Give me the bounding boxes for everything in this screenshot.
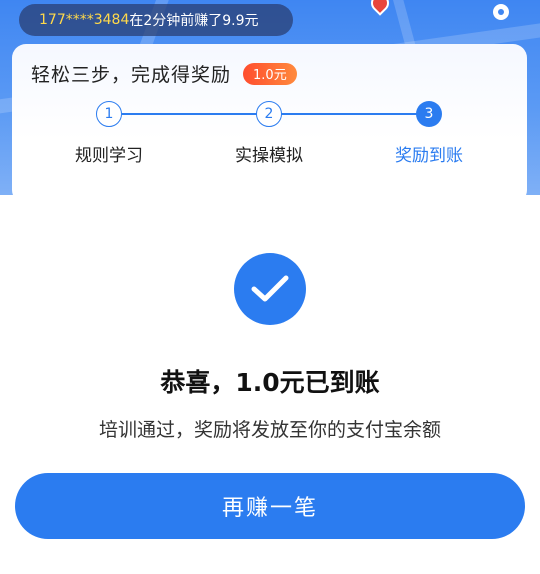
steps-card-header: 轻松三步，完成得奖励 1.0元: [31, 60, 297, 87]
steps-card: 轻松三步，完成得奖励 1.0元 1 2 3 规则学习 实操模拟 奖励到账: [12, 44, 527, 204]
result-title: 恭喜，1.0元已到账: [160, 368, 380, 397]
check-icon-glyph: [251, 275, 289, 302]
result-description: 培训通过，奖励将发放至你的支付宝余额: [98, 419, 441, 441]
notice-message: 在2分钟前赚了9.9元: [129, 13, 259, 29]
step-3-label: 奖励到账: [395, 146, 463, 166]
map-pin-icon[interactable]: [367, 0, 393, 16]
steps-card-title: 轻松三步，完成得奖励: [31, 64, 232, 86]
step-1-circle: 1: [96, 101, 122, 127]
earn-again-button[interactable]: 再赚一笔: [15, 473, 525, 539]
earnings-notice: 177****3484 在2分钟前赚了9.9元: [19, 4, 293, 36]
step-2-circle: 2: [256, 101, 282, 127]
reward-badge: 1.0元: [243, 62, 297, 85]
result-section: 恭喜，1.0元已到账 培训通过，奖励将发放至你的支付宝余额 再赚一笔: [0, 195, 540, 574]
step-1-label: 规则学习: [75, 146, 143, 166]
location-marker-icon[interactable]: [493, 4, 509, 20]
step-2-label: 实操模拟: [235, 146, 303, 166]
notice-phone: 177****3484: [39, 12, 130, 28]
step-3-circle: 3: [416, 101, 442, 127]
check-icon: [234, 253, 306, 325]
